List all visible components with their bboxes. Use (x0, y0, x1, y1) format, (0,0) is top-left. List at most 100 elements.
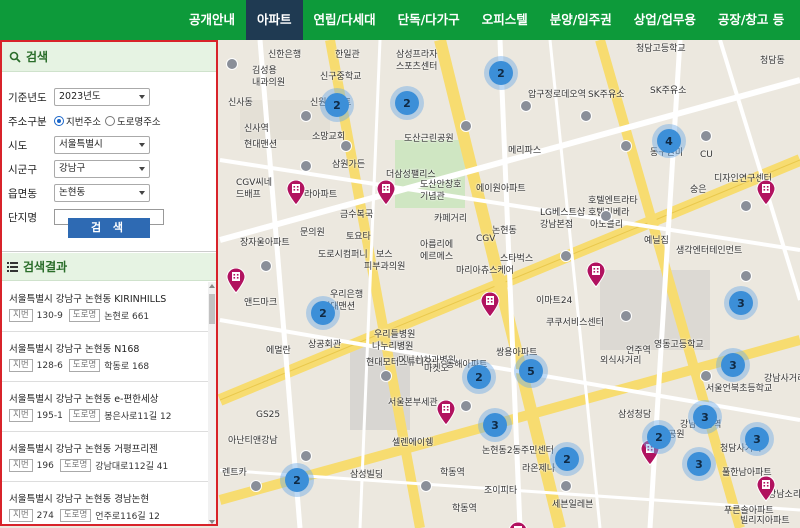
map-label: 라아파트 (304, 190, 338, 200)
cluster-count: 2 (395, 91, 419, 115)
map-poi-icon[interactable] (380, 370, 392, 382)
map-cluster[interactable]: 2 (484, 56, 518, 90)
map-poi-icon[interactable] (740, 270, 752, 282)
apartment-pin-icon[interactable] (586, 262, 606, 288)
map-poi-icon[interactable] (600, 210, 612, 222)
map-poi-icon[interactable] (740, 200, 752, 212)
map-poi-icon[interactable] (700, 130, 712, 142)
road-radio-dot[interactable] (104, 116, 115, 126)
scroll-thumb[interactable] (209, 294, 215, 324)
cluster-count: 2 (311, 301, 335, 325)
apartment-pin-icon[interactable] (286, 180, 306, 206)
result-item[interactable]: 서울특별시 강남구 논현동 경남논현 지번 274 도로명 언주로116길 12 (2, 482, 216, 524)
nav-tab[interactable]: 공개안내 (178, 0, 246, 40)
map-poi-icon[interactable] (580, 110, 592, 122)
map-poi-icon[interactable] (700, 370, 712, 382)
map-label: 에르메스 (420, 252, 454, 262)
map-cluster[interactable]: 2 (280, 463, 314, 497)
map-label: LG베스트샵 (540, 208, 586, 218)
map-cluster[interactable]: 2 (642, 420, 676, 454)
nav-tab[interactable]: 분양/입주권 (539, 0, 623, 40)
results-scrollbar[interactable] (208, 282, 216, 524)
map-poi-icon[interactable] (460, 120, 472, 132)
result-road: 봉은사로11길 12 (104, 412, 172, 422)
map-label: 논현동 (492, 226, 517, 236)
jibun-radio[interactable]: 지번주소 (54, 114, 101, 128)
map-label: 압구정로데오역 (528, 90, 586, 100)
map-cluster[interactable]: 3 (716, 348, 750, 382)
apartment-pin-icon[interactable] (436, 400, 456, 426)
result-item[interactable]: 서울특별시 강남구 논현동 거평프리젠 지번 196 도로명 강남대로112길 41 (2, 432, 216, 482)
map-poi-icon[interactable] (420, 480, 432, 492)
nav-tab[interactable]: 토지 (795, 0, 800, 40)
map-cluster[interactable]: 3 (724, 286, 758, 320)
map-cluster[interactable]: 2 (306, 296, 340, 330)
dong-select[interactable]: 논현동 (54, 184, 150, 202)
map-cluster[interactable]: 2 (462, 360, 496, 394)
map-cluster[interactable]: 2 (390, 86, 424, 120)
map-label: 논현동2동주민센터 (482, 446, 554, 456)
apartment-pin-icon[interactable] (480, 292, 500, 318)
result-item[interactable]: 서울특별시 강남구 논현동 N168 지번 128-6 도로명 학동로 168 (2, 332, 216, 382)
map-label: 아난티앤강남 (228, 436, 278, 446)
map-poi-icon[interactable] (620, 140, 632, 152)
map-label: 마리아츄스케어 (456, 266, 514, 276)
cluster-count: 2 (285, 468, 309, 492)
map-poi-icon[interactable] (520, 100, 532, 112)
road-tag: 도로명 (68, 409, 101, 422)
map-poi-icon[interactable] (250, 480, 262, 492)
map-poi-icon[interactable] (460, 400, 472, 412)
map-poi-icon[interactable] (260, 260, 272, 272)
map-poi-icon[interactable] (560, 480, 572, 492)
sido-select[interactable]: 서울특별시 (54, 136, 150, 154)
map-cluster[interactable]: 4 (652, 124, 686, 158)
search-button[interactable]: 검 색 (68, 218, 150, 238)
nav-tab[interactable]: 오피스텔 (471, 0, 539, 40)
map-label: 신사역 (244, 124, 269, 134)
map-poi-icon[interactable] (226, 58, 238, 70)
jibun-radio-dot[interactable] (54, 116, 64, 126)
result-item[interactable]: 서울특별시 강남구 논현동 e-편한세상 지번 195-1 도로명 봉은사로11길 12 (2, 382, 216, 432)
map-cluster[interactable]: 3 (688, 400, 722, 434)
map-poi-icon[interactable] (560, 250, 572, 262)
map-poi-icon[interactable] (300, 160, 312, 172)
cluster-count: 2 (467, 365, 491, 389)
scroll-up-icon[interactable] (209, 284, 215, 288)
result-item[interactable]: 서울특별시 강남구 논현동 KIRINHILLS 지번 130-9 도로명 논현로 66… (2, 282, 216, 332)
apartment-pin-icon[interactable] (756, 476, 776, 502)
map-cluster[interactable]: 2 (550, 442, 584, 476)
apartment-pin-icon[interactable] (226, 268, 246, 294)
map-label: 문의원 (300, 228, 325, 238)
result-jibun: 128-6 (36, 360, 63, 371)
map-label: 삼성청담 (618, 410, 652, 420)
map-cluster[interactable]: 3 (478, 408, 512, 442)
apartment-pin-icon[interactable] (508, 522, 528, 528)
result-address: 지번 274 도로명 언주로116길 12 (9, 509, 216, 522)
sigungu-select[interactable]: 강남구 (54, 160, 150, 178)
map-poi-icon[interactable] (620, 310, 632, 322)
map-poi-icon[interactable] (300, 110, 312, 122)
cluster-count: 3 (729, 291, 753, 315)
scroll-down-icon[interactable] (209, 520, 215, 524)
map-cluster[interactable]: 2 (320, 88, 354, 122)
map-label: 서울본부세관 (388, 398, 438, 408)
map-cluster[interactable]: 5 (514, 354, 548, 388)
result-road: 언주로116길 12 (95, 512, 160, 522)
map-label: 우리은행 (330, 290, 364, 300)
apartment-pin-icon[interactable] (756, 180, 776, 206)
map-poi-icon[interactable] (300, 450, 312, 462)
nav-tab[interactable]: 아파트 (246, 0, 303, 40)
map-cluster[interactable]: 3 (740, 422, 774, 456)
map-label: 장자울아파트 (240, 238, 290, 248)
map-cluster[interactable]: 3 (682, 447, 716, 481)
year-select[interactable]: 2023년도 (54, 88, 150, 106)
result-road: 논현로 661 (104, 312, 150, 322)
road-radio[interactable]: 도로명주소 (104, 114, 161, 128)
map-label: 신한은행 (268, 50, 302, 60)
nav-tab[interactable]: 상업/업무용 (623, 0, 707, 40)
map-poi-icon[interactable] (340, 140, 352, 152)
nav-tab[interactable]: 연립/다세대 (303, 0, 387, 40)
nav-tab[interactable]: 단독/다가구 (387, 0, 471, 40)
apartment-pin-icon[interactable] (376, 180, 396, 206)
nav-tab[interactable]: 공장/창고 등 (707, 0, 795, 40)
